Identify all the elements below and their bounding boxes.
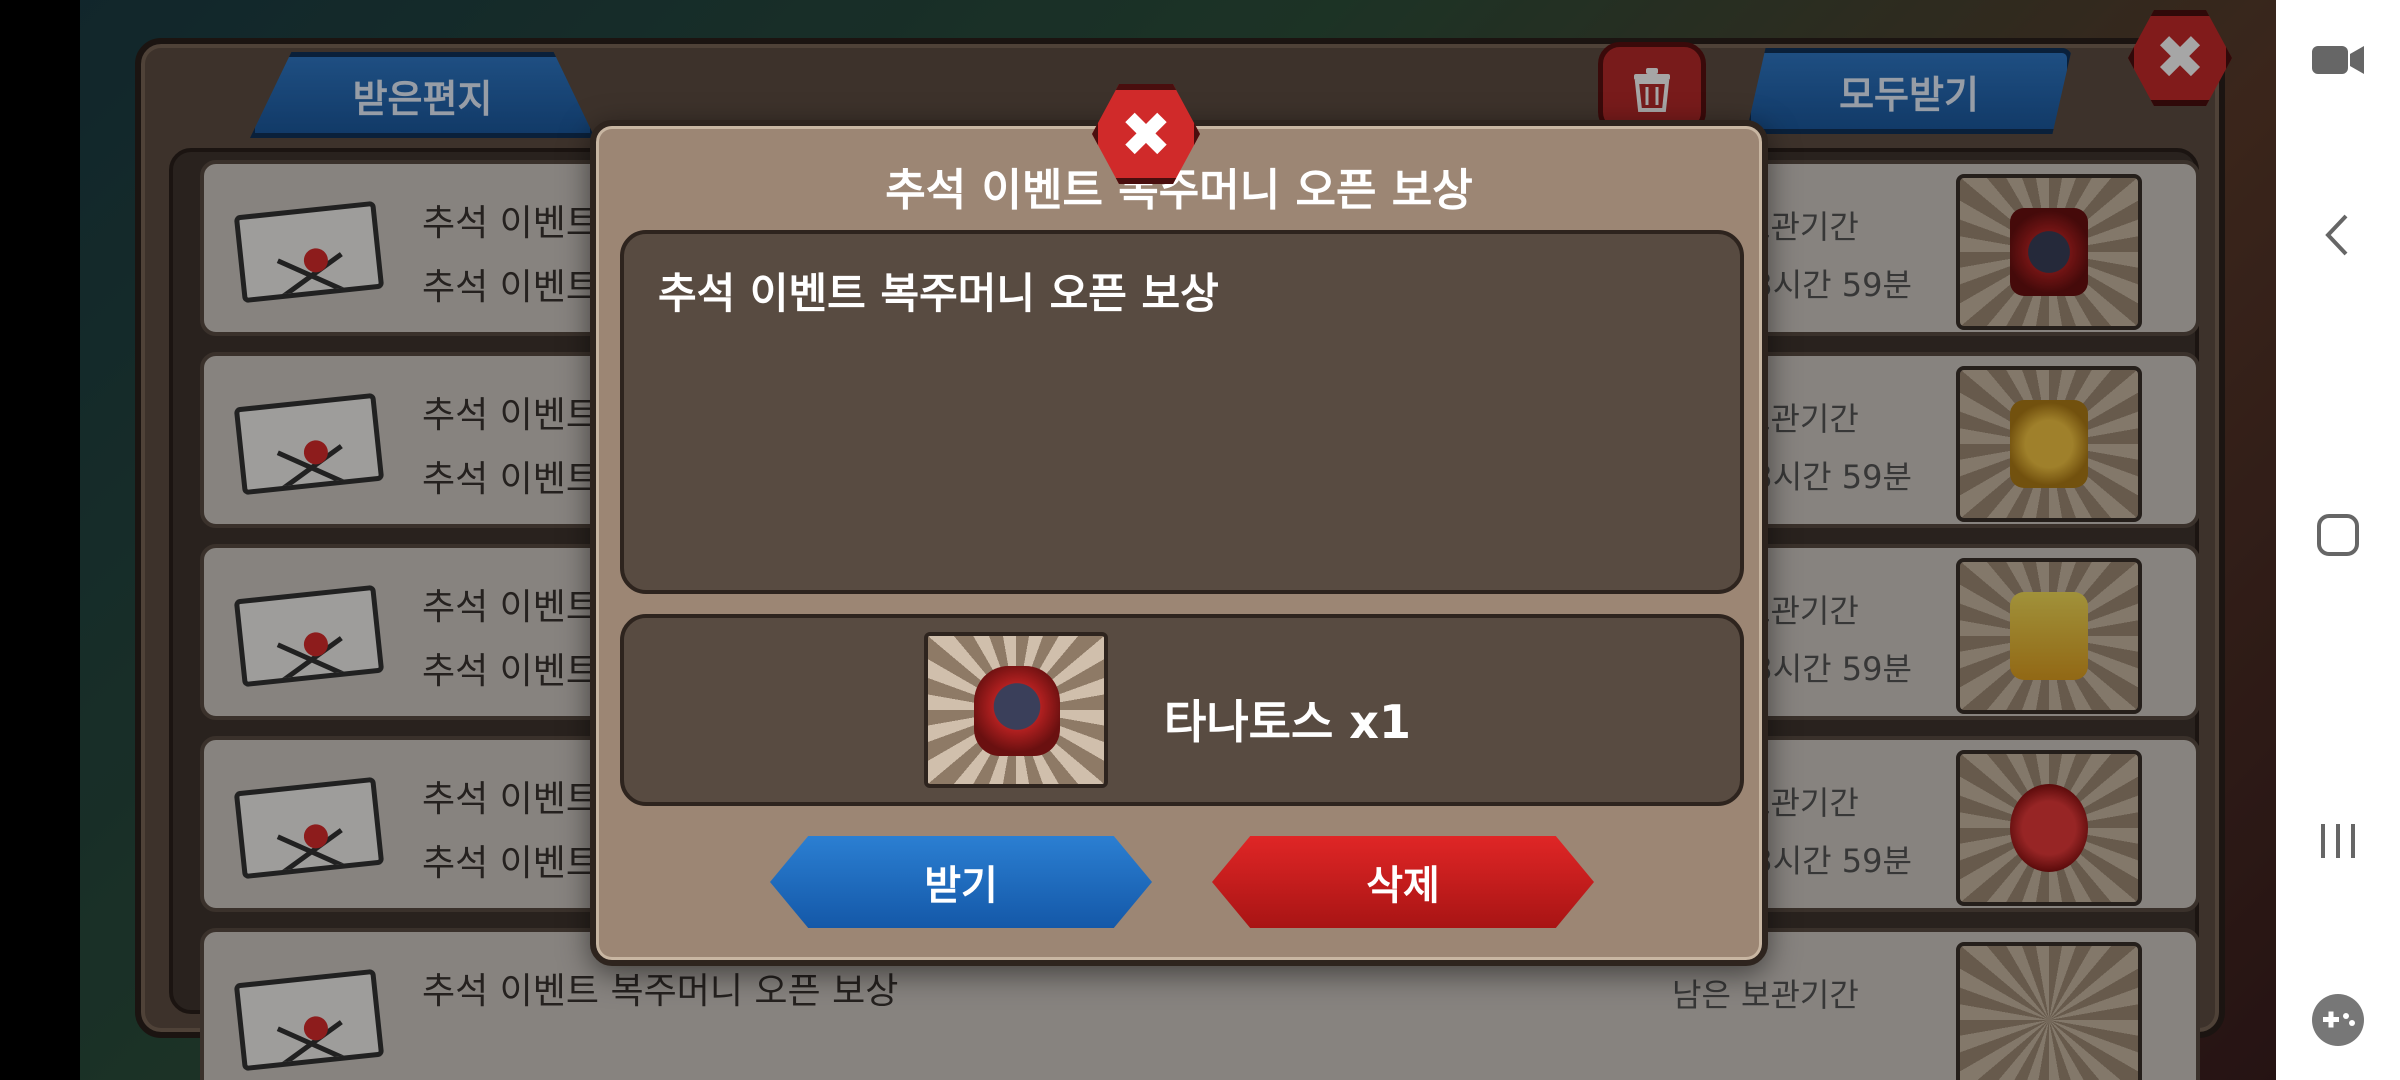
gamepad-icon [2312, 994, 2364, 1046]
game-tools-button[interactable] [2276, 992, 2400, 1048]
recents-icon [2321, 824, 2355, 858]
video-camera-icon [2312, 46, 2364, 74]
thanatos-icon [924, 632, 1108, 788]
reward-name: 타나토스 x1 [1164, 695, 1411, 749]
delete-button[interactable]: 삭제 [1212, 836, 1594, 928]
system-nav-bar [2276, 0, 2400, 1080]
message-text: 추석 이벤트 복주머니 오픈 보상 [658, 269, 1219, 318]
game-screen: 받은편지 모두받기 ✖ 추석 이벤트 복주머니 오픈 보상 추석 이벤트 복주머… [0, 0, 2276, 1080]
camera-button[interactable] [2276, 40, 2400, 80]
message-box: 추석 이벤트 복주머니 오픈 보상 [620, 230, 1744, 594]
close-icon: ✖ [1120, 97, 1172, 171]
reward-box: 타나토스 x1 [620, 614, 1744, 806]
home-square-icon [2317, 514, 2359, 556]
mail-detail-modal: 추석 이벤트 복주머니 오픈 보상 추석 이벤트 복주머니 오픈 보상 타나토스… [590, 120, 1768, 966]
chevron-left-icon [2325, 214, 2348, 256]
back-button[interactable] [2276, 210, 2400, 260]
recents-button[interactable] [2276, 818, 2400, 864]
home-button[interactable] [2276, 512, 2400, 558]
claim-button[interactable]: 받기 [770, 836, 1152, 928]
